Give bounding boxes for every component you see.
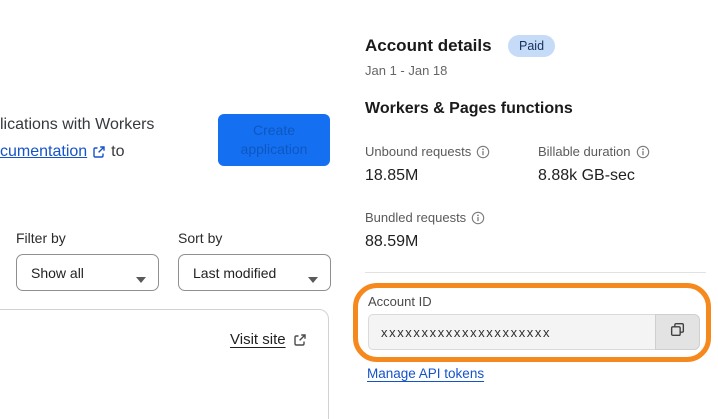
sort-dropdown[interactable]: Last modified <box>178 254 331 291</box>
metric-value: 8.88k GB-sec <box>538 167 635 184</box>
visit-site-link[interactable]: Visit site <box>230 331 307 348</box>
intro-text-after-link: to <box>111 143 125 160</box>
chevron-down-icon <box>136 270 146 283</box>
metric-label: Unbound requests <box>365 144 472 159</box>
copy-button[interactable] <box>655 314 700 350</box>
external-link-icon <box>92 145 106 159</box>
account-details-title: Account details <box>365 36 492 55</box>
metric-billable-duration: Billable duration 8.88k GB-sec <box>538 144 650 185</box>
workers-pages-functions-title: Workers & Pages functions <box>365 100 573 117</box>
metric-value: 88.59M <box>365 233 419 250</box>
metric-unbound-requests: Unbound requests 18.85M <box>365 144 490 185</box>
sort-by-label: Sort by <box>178 230 223 246</box>
copy-icon <box>669 321 686 343</box>
section-divider <box>365 272 706 273</box>
account-id-field-group <box>368 314 700 350</box>
metric-bundled-requests: Bundled requests 88.59M <box>365 210 485 251</box>
metric-label: Bundled requests <box>365 210 467 225</box>
filter-by-label: Filter by <box>16 230 66 246</box>
info-icon[interactable] <box>471 211 485 225</box>
visit-site-label: Visit site <box>230 331 286 348</box>
create-application-button[interactable]: Create application <box>218 114 330 166</box>
chevron-down-icon <box>308 270 318 283</box>
account-id-label: Account ID <box>368 294 432 309</box>
external-link-icon <box>293 333 307 347</box>
intro-text-line2: cumentation to <box>0 143 125 161</box>
info-icon[interactable] <box>636 145 650 159</box>
documentation-link[interactable]: cumentation <box>0 143 87 161</box>
workers-pages-dashboard: lications with Workers cumentation to Cr… <box>0 0 718 419</box>
filter-dropdown-value: Show all <box>31 264 84 281</box>
filter-dropdown[interactable]: Show all <box>16 254 159 291</box>
application-card <box>0 309 329 419</box>
account-id-input[interactable] <box>368 314 655 350</box>
manage-api-tokens-link[interactable]: Manage API tokens <box>367 366 484 381</box>
paid-badge: Paid <box>508 35 556 57</box>
metric-label: Billable duration <box>538 144 631 159</box>
metric-value: 18.85M <box>365 167 419 184</box>
intro-text-line1: lications with Workers <box>0 116 155 133</box>
date-range: Jan 1 - Jan 18 <box>365 63 448 78</box>
sort-dropdown-value: Last modified <box>193 264 277 281</box>
info-icon[interactable] <box>476 145 490 159</box>
